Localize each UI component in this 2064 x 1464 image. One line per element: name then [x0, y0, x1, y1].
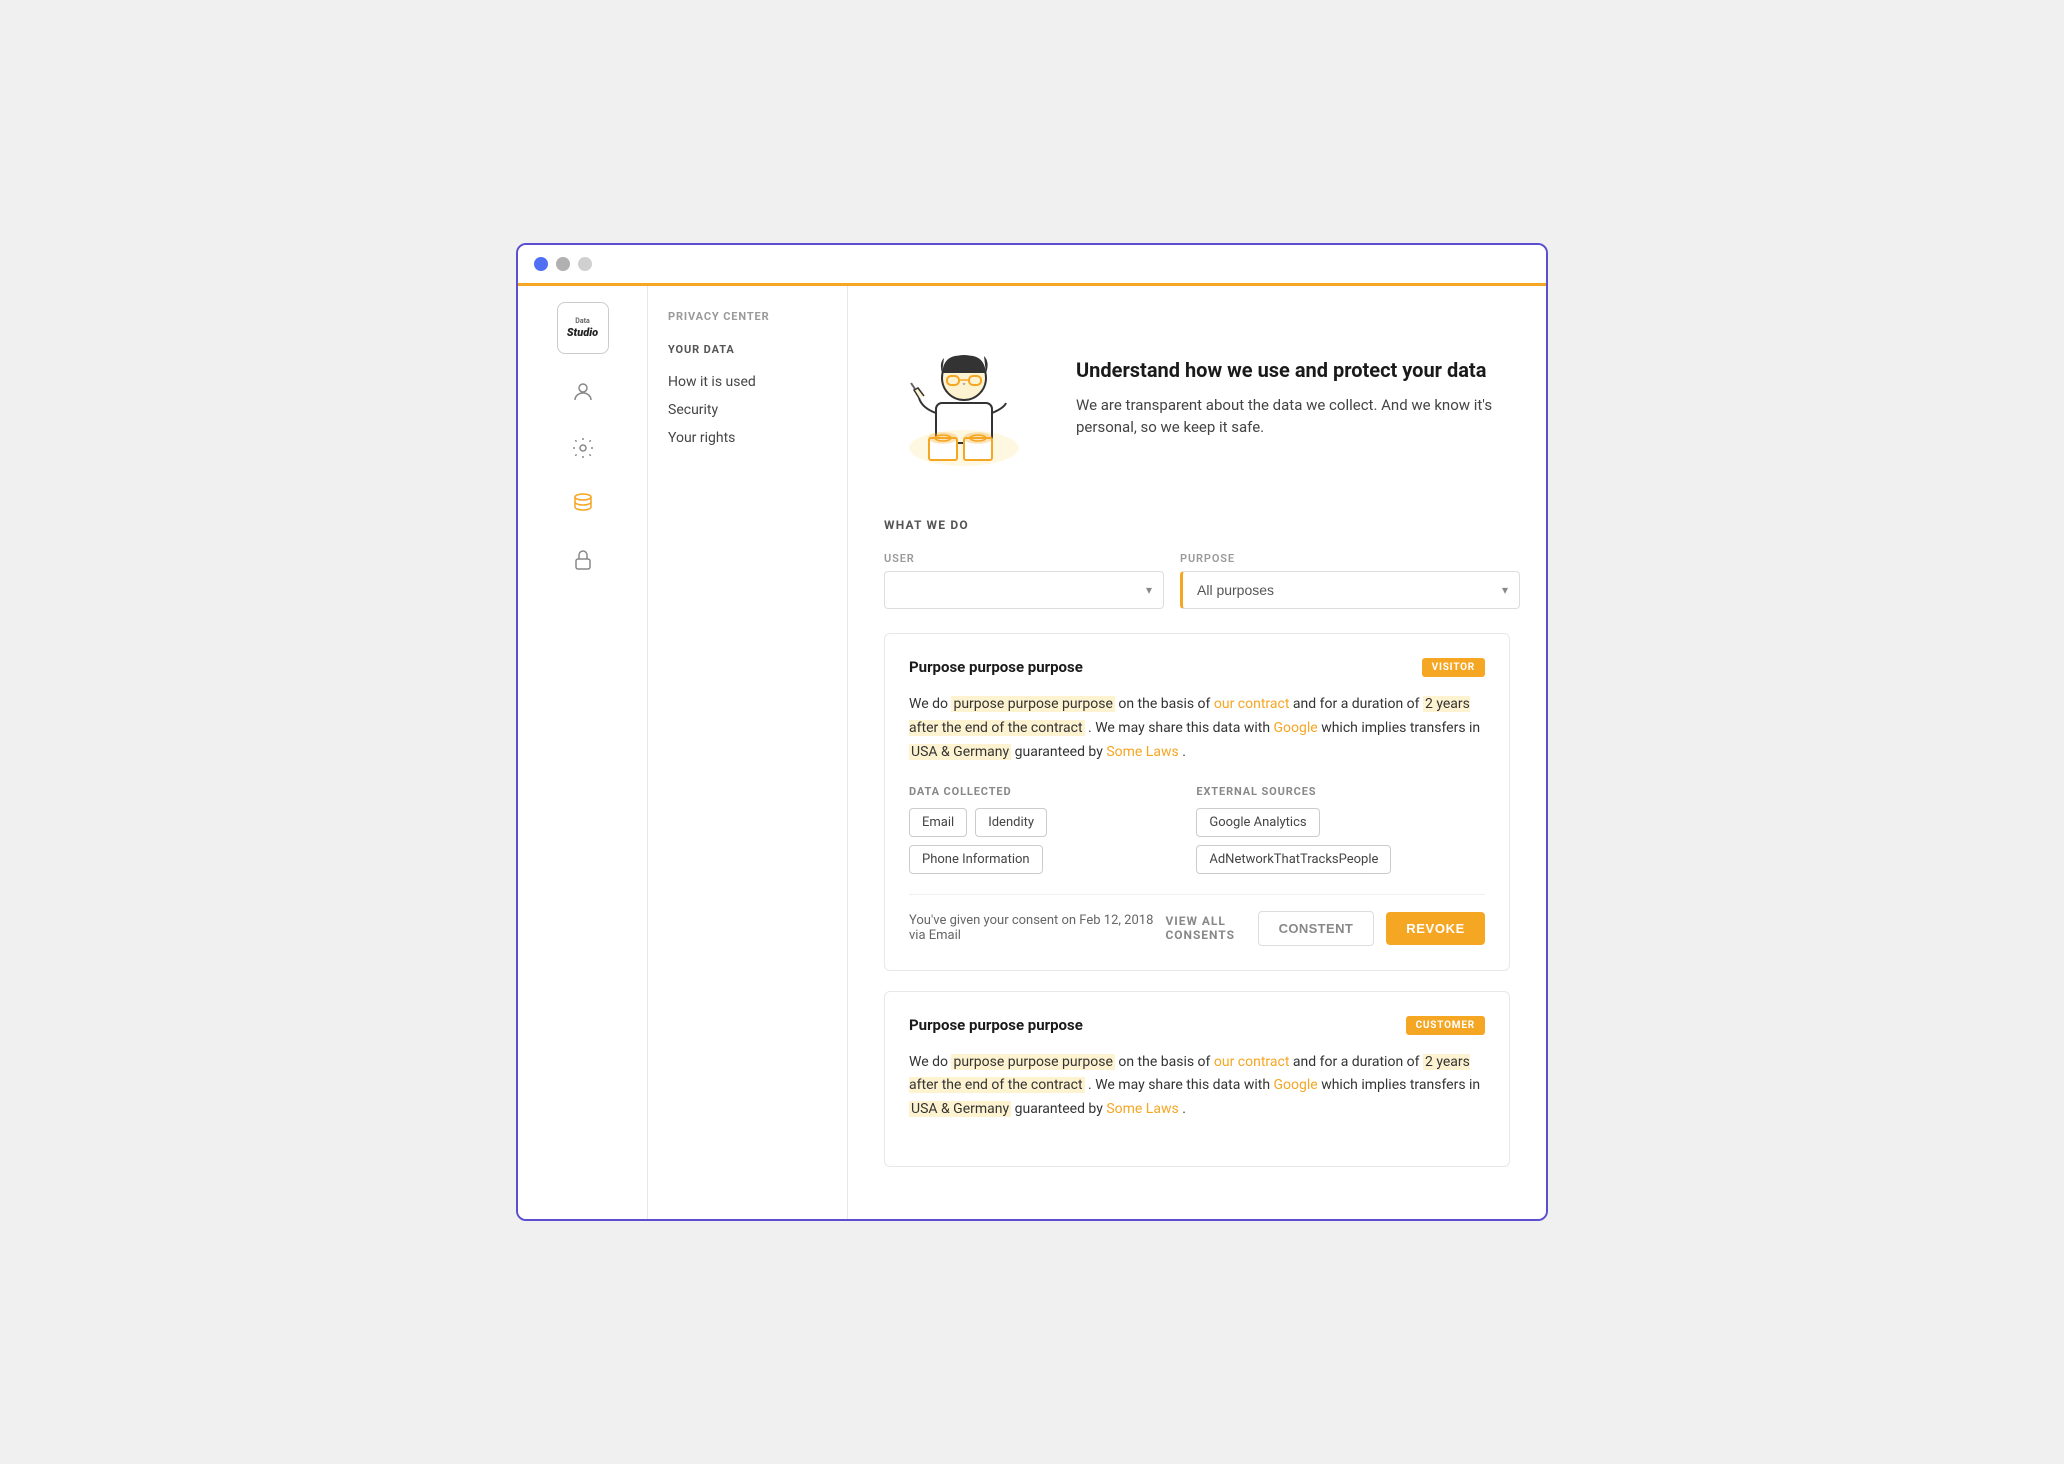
browser-dot-gray1[interactable]: [556, 257, 570, 271]
card-2-link2[interactable]: Google: [1274, 1077, 1318, 1093]
card-1-data-collected: DATA COLLECTED Email Idendity Phone Info…: [909, 785, 1156, 874]
card-2-header: Purpose purpose purpose CUSTOMER: [909, 1016, 1485, 1035]
hero-section: Understand how we use and protect your d…: [884, 318, 1510, 478]
user-select[interactable]: [884, 571, 1164, 609]
card-1-middle1: on the basis of: [1118, 696, 1214, 712]
logo-top: Data: [575, 317, 589, 325]
card-2-title: Purpose purpose purpose: [909, 1016, 1083, 1034]
purpose-card-1: Purpose purpose purpose VISITOR We do pu…: [884, 633, 1510, 970]
card-1-badge: VISITOR: [1422, 658, 1485, 677]
card-1-body: We do purpose purpose purpose on the bas…: [909, 693, 1485, 764]
card-2-link1[interactable]: our contract: [1214, 1054, 1290, 1070]
revoke-button[interactable]: REVOKE: [1386, 912, 1485, 945]
card-2-middle2: and for a duration of: [1293, 1054, 1423, 1070]
purpose-filter-group: PURPOSE All purposes ▾: [1180, 552, 1520, 609]
hero-illustration: [884, 318, 1044, 478]
logo-main: Studio: [567, 326, 598, 339]
filters: USER ▾ PURPOSE All purposes ▾: [884, 552, 1510, 609]
card-1-middle3: . We may share this data with: [1088, 720, 1273, 736]
user-filter-group: USER ▾: [884, 552, 1164, 609]
card-1-middle2: and for a duration of: [1293, 696, 1423, 712]
card-1-header: Purpose purpose purpose VISITOR: [909, 658, 1485, 677]
sidebar: Data Studio: [518, 286, 648, 1219]
app-layout: Data Studio: [518, 286, 1546, 1219]
card-2-body: We do purpose purpose purpose on the bas…: [909, 1051, 1485, 1122]
card-1-highlight1: purpose purpose purpose: [951, 696, 1114, 712]
purpose-card-2: Purpose purpose purpose CUSTOMER We do p…: [884, 991, 1510, 1167]
card-2-middle5: guaranteed by: [1015, 1101, 1107, 1117]
card-1-prefix: We do: [909, 696, 951, 712]
card-1-consent-text: You've given your consent on Feb 12, 201…: [909, 913, 1165, 943]
tag-email: Email: [909, 808, 967, 837]
nav-panel: PRIVACY CENTER YOUR DATA How it is used …: [648, 286, 848, 1219]
browser-dot-gray2[interactable]: [578, 257, 592, 271]
browser-bar: [518, 245, 1546, 286]
hero-text: Understand how we use and protect your d…: [1076, 358, 1510, 439]
card-2-link3[interactable]: Some Laws: [1106, 1101, 1178, 1117]
card-1-middle5: guaranteed by: [1015, 744, 1107, 760]
card-2-middle4: which implies transfers in: [1321, 1077, 1480, 1093]
what-we-do-title: WHAT WE DO: [884, 518, 1510, 532]
card-2-highlight3: USA & Germany: [909, 1101, 1011, 1117]
card-1-middle4: which implies transfers in: [1321, 720, 1480, 736]
hero-title: Understand how we use and protect your d…: [1076, 358, 1510, 382]
hero-description: We are transparent about the data we col…: [1076, 394, 1510, 439]
card-2-badge: CUSTOMER: [1406, 1016, 1485, 1035]
privacy-center-label: PRIVACY CENTER: [668, 310, 827, 323]
tag-adnetwork: AdNetworkThatTracksPeople: [1196, 845, 1391, 874]
card-1-footer-actions: VIEW ALL CONSENTS CONSTENT REVOKE: [1165, 911, 1485, 946]
card-1-external-sources-label: EXTERNAL SOURCES: [1196, 785, 1485, 798]
consent-button[interactable]: CONSTENT: [1258, 911, 1375, 946]
purpose-select-wrapper: All purposes ▾: [1180, 571, 1520, 609]
card-1-title: Purpose purpose purpose: [909, 658, 1083, 676]
main-content: Understand how we use and protect your d…: [848, 286, 1546, 1219]
card-1-tag-list: Email Idendity Phone Information: [909, 808, 1156, 874]
card-1-data-collected-label: DATA COLLECTED: [909, 785, 1156, 798]
tag-phone: Phone Information: [909, 845, 1043, 874]
card-1-suffix: .: [1182, 744, 1186, 760]
browser-dot-blue[interactable]: [534, 257, 548, 271]
nav-link-rights[interactable]: Your rights: [668, 424, 827, 452]
tag-identity: Idendity: [975, 808, 1047, 837]
database-icon[interactable]: [565, 486, 601, 522]
card-2-suffix: .: [1182, 1101, 1186, 1117]
user-select-wrapper: ▾: [884, 571, 1164, 609]
card-1-footer: You've given your consent on Feb 12, 201…: [909, 894, 1485, 946]
card-1-external-tag-list: Google Analytics AdNetworkThatTracksPeop…: [1196, 808, 1485, 874]
card-1-link1[interactable]: our contract: [1214, 696, 1290, 712]
user-icon[interactable]: [565, 374, 601, 410]
purpose-select[interactable]: All purposes: [1180, 571, 1520, 609]
purpose-filter-label: PURPOSE: [1180, 552, 1520, 565]
card-1-link3[interactable]: Some Laws: [1106, 744, 1178, 760]
lock-icon[interactable]: [565, 542, 601, 578]
nav-link-security[interactable]: Security: [668, 396, 827, 424]
card-2-highlight1: purpose purpose purpose: [951, 1054, 1114, 1070]
card-2-middle3: . We may share this data with: [1088, 1077, 1273, 1093]
view-all-consents-link[interactable]: VIEW ALL CONSENTS: [1165, 914, 1245, 942]
browser-window: Data Studio: [516, 243, 1548, 1221]
user-filter-label: USER: [884, 552, 1164, 565]
card-1-highlight3: USA & Germany: [909, 744, 1011, 760]
gear-icon[interactable]: [565, 430, 601, 466]
card-2-middle1: on the basis of: [1118, 1054, 1214, 1070]
your-data-label: YOUR DATA: [668, 343, 827, 356]
card-1-data-section: DATA COLLECTED Email Idendity Phone Info…: [909, 785, 1485, 874]
tag-google-analytics: Google Analytics: [1196, 808, 1319, 837]
card-1-external-sources: EXTERNAL SOURCES Google Analytics AdNetw…: [1196, 785, 1485, 874]
card-2-prefix: We do: [909, 1054, 951, 1070]
logo[interactable]: Data Studio: [557, 302, 609, 354]
card-1-link2[interactable]: Google: [1274, 720, 1318, 736]
nav-link-how-used[interactable]: How it is used: [668, 368, 827, 396]
